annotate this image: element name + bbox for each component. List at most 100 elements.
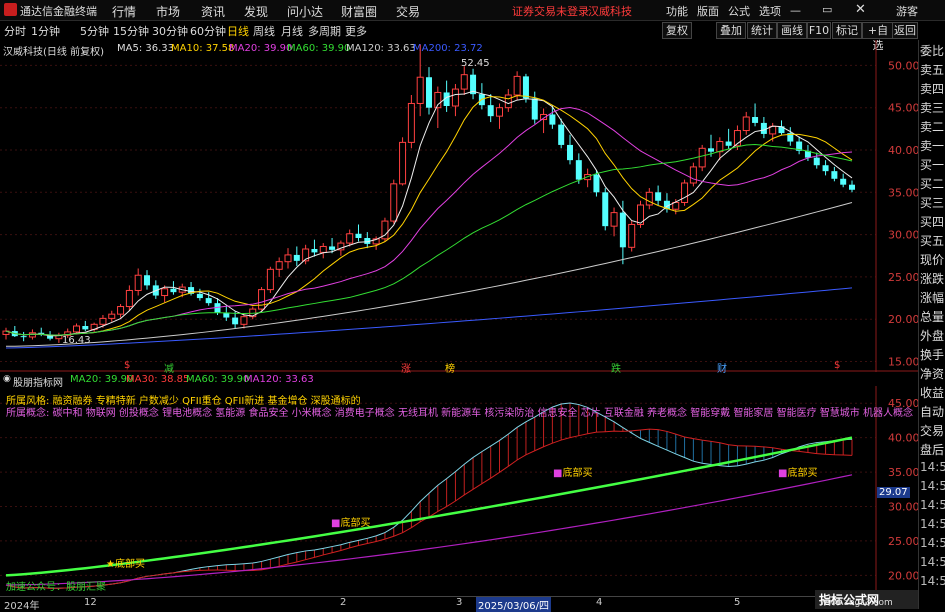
f10-button[interactable]: F10 [807,22,831,39]
sidebar-item[interactable]: 卖五 [920,61,945,78]
candle-body [416,76,424,104]
candle-body [708,148,714,152]
menu-options[interactable]: 选项 [759,3,781,19]
candle-body [240,316,248,325]
ind-ma60: MA60: 39.90 [186,374,250,385]
sidebar-item[interactable]: 买一 [920,156,945,173]
menu-news[interactable]: 资讯 [201,3,225,20]
minimize-icon[interactable]: — [790,4,801,17]
menu-formula[interactable]: 公式 [728,3,750,19]
chevron-icon[interactable]: ◉ [3,374,11,384]
bottom-note: 加速公众号：股朋汇聚 [6,582,106,593]
candle-body [346,233,354,244]
event-marker[interactable]: $ [834,360,840,371]
candle-body [258,289,266,310]
period-60min[interactable]: 60分钟 [190,23,226,39]
sidebar-item[interactable]: 涨幅 [920,289,945,306]
candle-body [645,191,653,206]
draw-line-button[interactable]: 画线 [777,22,807,39]
cursor-date-label: 2025/03/06/四 [476,597,552,612]
sidebar-item[interactable]: 自动 [920,403,945,420]
sidebar-item[interactable]: 14:56 [920,460,945,474]
candle-body [760,122,767,134]
sidebar-item[interactable]: 净资 [920,365,945,382]
restore-icon[interactable]: ▭ [822,3,832,16]
menu-marketplace[interactable]: 市场 [156,3,180,20]
concept-info: 所属概念: 碳中和 物联网 创投概念 锂电池概念 氢能源 食品安全 小米概念 消… [6,408,913,419]
sidebar-item[interactable]: 买二 [920,175,945,192]
period-weekly[interactable]: 周线 [253,23,275,39]
sidebar-item[interactable]: 14:56 [920,498,945,512]
indicator-axis-label: 40.00 [888,432,918,445]
menu-trade[interactable]: 交易 [396,3,420,20]
candle-body [161,288,169,297]
sidebar-item[interactable]: 14:56 [920,574,945,588]
candle-body [487,105,494,117]
login-status[interactable]: 证券交易未登录 [512,3,589,19]
sidebar-item[interactable]: 卖一 [920,137,945,154]
indicator-axis-label: 35.00 [888,466,918,479]
candle-body [134,274,142,291]
menu-discover[interactable]: 发现 [244,3,268,20]
mark-button[interactable]: 标记 [832,22,862,39]
back-button[interactable]: 返回 [892,22,918,39]
period-5min[interactable]: 5分钟 [80,23,109,39]
menu-market[interactable]: 行情 [112,3,136,20]
sidebar-item[interactable]: 14:56 [920,517,945,531]
sidebar-item[interactable]: 换手 [920,346,945,363]
sidebar-item[interactable]: 现价 [920,251,945,268]
menu-layout[interactable]: 版面 [697,3,719,19]
add-watchlist-button[interactable]: +自选 [862,22,894,52]
sidebar-item[interactable]: 卖三 [920,99,945,116]
candle-body [522,76,529,99]
sidebar-item[interactable]: 14:56 [920,479,945,493]
sidebar-item[interactable]: 14:56 [920,536,945,550]
period-15min[interactable]: 15分钟 [113,23,149,39]
candle-body [144,275,150,286]
watermark-url: www.zbgs3.com [820,598,893,608]
overlay-button[interactable]: 叠加 [716,22,746,39]
sidebar-item[interactable]: 买三 [920,194,945,211]
candle-body [293,254,300,261]
sidebar-item[interactable]: 买五 [920,232,945,249]
period-intraday[interactable]: 分时 [4,23,26,39]
candle-body [275,261,283,270]
ind-ma120: MA120: 33.63 [244,374,314,385]
candle-body [73,325,80,333]
candle-body [681,182,689,203]
event-marker[interactable]: $ [124,360,130,371]
sidebar-item[interactable]: 买四 [920,213,945,230]
period-1min[interactable]: 1分钟 [31,23,60,39]
period-monthly[interactable]: 月线 [281,23,303,39]
candle-body [99,317,107,325]
sidebar-item[interactable]: 盘后 [920,441,945,458]
candle-body [575,160,582,180]
sidebar-item[interactable]: 卖四 [920,80,945,97]
candle-body [689,166,697,184]
sidebar-item[interactable]: 外盘 [920,327,945,344]
menu-wealth[interactable]: 财富圈 [341,3,377,20]
sidebar-item[interactable]: 卖二 [920,118,945,135]
period-30min[interactable]: 30分钟 [152,23,188,39]
period-more[interactable]: 更多 [345,23,367,39]
candle-body [840,178,847,185]
stats-button[interactable]: 统计 [747,22,777,39]
menu-ask[interactable]: 问小达 [287,3,323,20]
sidebar-item[interactable]: 涨跌 [920,270,945,287]
guest-label[interactable]: 游客 [896,3,918,19]
menu-function[interactable]: 功能 [666,3,688,19]
candle-body [628,223,636,248]
adjust-button[interactable]: 复权 [662,22,692,39]
sidebar-item[interactable]: 委比 [920,42,945,59]
sidebar-item[interactable]: 总量 [920,308,945,325]
period-daily[interactable]: 日线 [227,23,249,39]
close-icon[interactable]: ✕ [855,2,866,17]
buy-signal: ■底部买 [553,468,593,479]
date-label: 5 [734,597,741,608]
period-multi[interactable]: 多周期 [308,23,341,39]
sidebar-item[interactable]: 收益 [920,384,945,401]
candle-body [698,147,706,168]
sidebar-item[interactable]: 14:56 [920,555,945,569]
sidebar-item[interactable]: 交易 [920,422,945,439]
price-chart[interactable]: 50.00 45.00 40.00 35.00 30.00 25.00 20.00 15.00 [0,40,918,372]
